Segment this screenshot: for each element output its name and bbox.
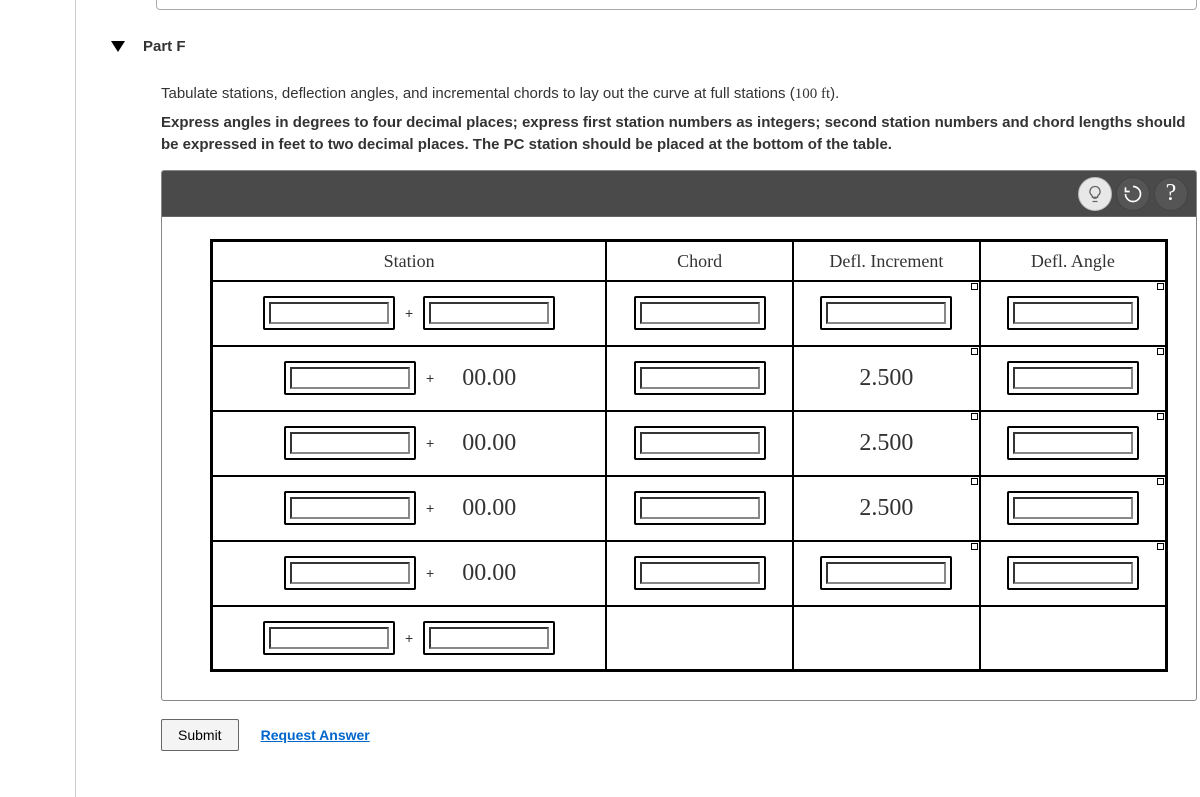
angle-input[interactable]: [1013, 497, 1133, 519]
chord-input[interactable]: [640, 497, 760, 519]
station-cell: +00.00: [212, 346, 607, 411]
table-row: +00.00 2.500: [212, 346, 1167, 411]
station-cell: +00.00: [212, 476, 607, 541]
reset-icon[interactable]: [1116, 177, 1150, 211]
station-a-input[interactable]: [290, 497, 410, 519]
submit-button[interactable]: Submit: [161, 719, 239, 751]
answer-table: Station Chord Defl. Increment Defl. Angl…: [210, 239, 1168, 672]
chord-cell: [606, 411, 793, 476]
increment-cell: [793, 541, 980, 606]
header-chord: Chord: [606, 241, 793, 281]
plus-sign: +: [422, 435, 438, 451]
chord-cell: [606, 541, 793, 606]
angle-cell: [980, 411, 1167, 476]
plus-sign: +: [422, 370, 438, 386]
table-row: +00.00 2.500: [212, 476, 1167, 541]
instructions: Tabulate stations, deflection angles, an…: [161, 83, 1195, 155]
station-a-input[interactable]: [269, 627, 389, 649]
angle-cell: [980, 346, 1167, 411]
angle-cell: [980, 606, 1167, 671]
angle-input[interactable]: [1013, 432, 1133, 454]
station-b-value: 00.00: [444, 495, 534, 522]
collapse-toggle-icon[interactable]: [111, 41, 125, 52]
station-b-input[interactable]: [429, 627, 549, 649]
toolbar: ?: [162, 171, 1196, 217]
station-b-value: 00.00: [444, 430, 534, 457]
station-cell: +00.00: [212, 541, 607, 606]
chord-cell: [606, 346, 793, 411]
table-row: +00.00: [212, 541, 1167, 606]
angle-input[interactable]: [1013, 302, 1133, 324]
increment-cell: 2.500: [793, 346, 980, 411]
table-row: +: [212, 281, 1167, 346]
increment-value: 2.500: [841, 365, 931, 392]
station-b-value: 00.00: [444, 365, 534, 392]
chord-cell: [606, 606, 793, 671]
angle-cell: [980, 541, 1167, 606]
increment-input[interactable]: [826, 302, 946, 324]
increment-cell: 2.500: [793, 476, 980, 541]
angle-input[interactable]: [1013, 367, 1133, 389]
header-increment: Defl. Increment: [793, 241, 980, 281]
increment-cell: [793, 281, 980, 346]
help-icon[interactable]: ?: [1154, 177, 1188, 211]
station-cell: +: [212, 281, 607, 346]
station-cell: +: [212, 606, 607, 671]
plus-sign: +: [422, 565, 438, 581]
chord-input[interactable]: [640, 562, 760, 584]
chord-cell: [606, 476, 793, 541]
station-a-input[interactable]: [290, 367, 410, 389]
instruction-line-1a: Tabulate stations, deflection angles, an…: [161, 85, 795, 102]
chord-cell: [606, 281, 793, 346]
chord-input[interactable]: [640, 302, 760, 324]
hint-bulb-icon[interactable]: [1078, 177, 1112, 211]
station-a-input[interactable]: [269, 302, 389, 324]
chord-input[interactable]: [640, 367, 760, 389]
answer-area: ? Station Chord Defl. Increment Defl. An…: [161, 170, 1197, 701]
angle-input[interactable]: [1013, 562, 1133, 584]
plus-sign: +: [422, 500, 438, 516]
angle-cell: [980, 281, 1167, 346]
increment-cell: 2.500: [793, 411, 980, 476]
prev-section-footer: [156, 0, 1197, 10]
table-row: +: [212, 606, 1167, 671]
header-angle: Defl. Angle: [980, 241, 1167, 281]
instruction-line-2: Express angles in degrees to four decima…: [161, 112, 1195, 156]
increment-value: 2.500: [841, 430, 931, 457]
increment-input[interactable]: [826, 562, 946, 584]
station-a-input[interactable]: [290, 562, 410, 584]
instruction-unit: 100 ft: [795, 86, 830, 102]
station-a-input[interactable]: [290, 432, 410, 454]
plus-sign: +: [401, 305, 417, 321]
plus-sign: +: [401, 630, 417, 646]
table-row: +00.00 2.500: [212, 411, 1167, 476]
increment-value: 2.500: [841, 495, 931, 522]
instruction-line-1b: ).: [830, 85, 839, 102]
station-cell: +00.00: [212, 411, 607, 476]
header-station: Station: [212, 241, 607, 281]
request-answer-link[interactable]: Request Answer: [261, 727, 370, 743]
increment-cell: [793, 606, 980, 671]
part-title: Part F: [143, 38, 186, 55]
station-b-input[interactable]: [429, 302, 549, 324]
chord-input[interactable]: [640, 432, 760, 454]
station-b-value: 00.00: [444, 560, 534, 587]
angle-cell: [980, 476, 1167, 541]
